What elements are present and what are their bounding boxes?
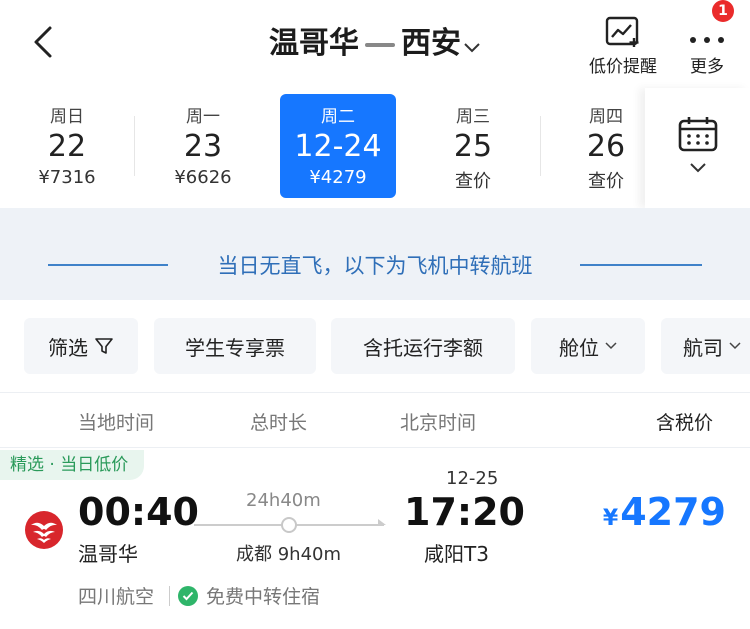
filter-bar: 筛选 学生专享票 含托运行李额 舱位 航司: [0, 300, 750, 392]
chevron-down-icon: [689, 163, 706, 173]
checked-baggage-chip[interactable]: 含托运行李额: [331, 318, 515, 374]
departure-time: 00:40: [78, 490, 199, 534]
more-dots-icon: [690, 37, 724, 43]
top-header: 温哥华 西安 低价提醒 更多 1: [0, 0, 750, 88]
free-hotel-label: 免费中转住宿: [206, 586, 321, 608]
date-price: 查价: [455, 171, 491, 192]
beijing-time-header: 北京时间: [400, 412, 477, 434]
date-day: 25: [453, 129, 493, 164]
chevron-down-icon: [463, 27, 481, 62]
duration-header: 总时长: [250, 412, 308, 434]
cabin-dropdown[interactable]: 舱位: [531, 318, 645, 374]
price-value: 4279: [620, 490, 726, 534]
price-alert-button[interactable]: 低价提醒: [584, 8, 662, 77]
date-item-24-selected[interactable]: 周二 12-24 ¥4279: [280, 94, 396, 198]
flight-price: ¥4279: [603, 490, 726, 534]
chevron-down-icon: [605, 342, 617, 350]
student-ticket-chip[interactable]: 学生专享票: [154, 318, 316, 374]
transfer-info: 成都 9h40m: [236, 544, 342, 565]
date-item-23[interactable]: 周一 23 ¥6626: [145, 94, 261, 198]
route-separator: [365, 42, 395, 47]
check-circle-icon: [178, 585, 198, 606]
date-day: 12-24: [294, 129, 382, 164]
divider: [540, 116, 541, 176]
total-duration: 24h40m: [246, 490, 321, 511]
date-weekday: 周一: [186, 107, 220, 127]
local-time-header: 当地时间: [78, 412, 155, 434]
chevron-down-icon: [729, 342, 741, 350]
checked-baggage-label: 含托运行李额: [363, 335, 483, 360]
cabin-label: 舱位: [559, 335, 599, 360]
date-weekday: 周日: [50, 107, 84, 127]
date-price: ¥6626: [174, 167, 232, 188]
airline-name: 四川航空: [78, 586, 155, 608]
calendar-icon: [678, 117, 717, 152]
date-price: ¥7316: [38, 167, 96, 188]
no-direct-banner: 当日无直飞，以下为飞机中转航班: [0, 208, 750, 300]
price-alert-icon: [605, 16, 639, 47]
filter-label: 筛选: [48, 335, 88, 360]
divider: [134, 116, 135, 176]
origin-city: 温哥华: [269, 26, 359, 61]
tax-price-header: 含税价: [656, 412, 714, 434]
route-line: [194, 517, 386, 533]
currency-symbol: ¥: [602, 506, 619, 531]
route-arrow: [378, 519, 386, 525]
arrival-date: 12-25: [446, 468, 499, 489]
sichuan-airlines-logo-icon: [25, 511, 63, 549]
flight-card[interactable]: 精选 · 当日低价 00:40 温哥华 24h40m 成都 9h40m 12-2…: [0, 448, 750, 629]
calendar-button[interactable]: [645, 88, 750, 208]
date-item-25[interactable]: 周三 25 查价: [415, 94, 531, 198]
more-label: 更多: [690, 57, 724, 77]
airline-dropdown[interactable]: 航司: [661, 318, 750, 374]
destination-city: 西安: [401, 26, 461, 61]
student-ticket-label: 学生专享票: [185, 335, 285, 360]
date-item-22[interactable]: 周日 22 ¥7316: [9, 94, 125, 198]
filter-button[interactable]: 筛选: [24, 318, 138, 374]
funnel-icon: [95, 338, 113, 354]
airline-filter-label: 航司: [683, 335, 723, 360]
date-weekday: 周二: [321, 107, 355, 127]
arrival-airport: 咸阳T3: [424, 542, 489, 566]
transfer-dot: [281, 517, 297, 533]
date-day: 22: [47, 129, 87, 164]
date-price: ¥4279: [309, 167, 367, 188]
featured-tag: 精选 · 当日低价: [0, 450, 145, 480]
date-day: 23: [183, 129, 223, 164]
arrival-time: 17:20: [404, 490, 525, 534]
departure-airport: 温哥华: [78, 542, 138, 566]
banner-line-right: [580, 264, 702, 266]
date-strip: 周日 22 ¥7316 周一 23 ¥6626 周二 12-24 ¥4279 周…: [0, 88, 750, 208]
date-weekday: 周三: [456, 107, 490, 127]
divider: [169, 586, 170, 606]
column-headers: 当地时间 总时长 北京时间 含税价: [0, 392, 750, 448]
flight-search-results: 温哥华 西安 低价提醒 更多 1 周日 22 ¥7316 周一 23 ¥6626…: [0, 0, 750, 629]
price-alert-label: 低价提醒: [589, 57, 657, 77]
notification-badge: 1: [712, 0, 734, 22]
free-transfer-hotel: 免费中转住宿: [178, 582, 320, 609]
